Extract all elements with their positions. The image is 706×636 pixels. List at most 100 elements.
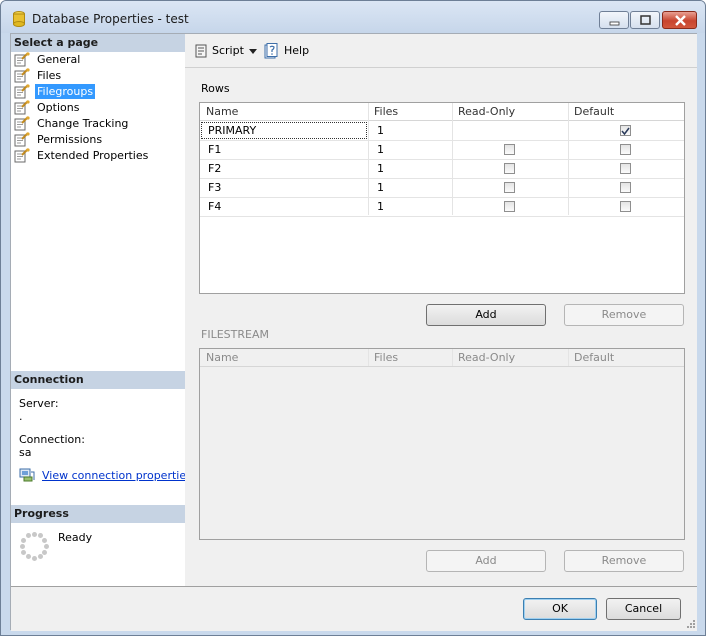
spinner-dot xyxy=(25,553,31,559)
left-pane: Select a page General Files Filegroups Opti… xyxy=(11,34,192,586)
rows-grid-header: Name Files Read-Only Default xyxy=(200,103,684,121)
page-wrench-icon xyxy=(14,52,30,67)
rows-add-button[interactable]: Add xyxy=(426,304,546,326)
spinner-dot xyxy=(41,537,47,543)
filegroups-content: Rows Name Files Read-Only Default PRIMAR… xyxy=(185,68,697,586)
resize-grip-icon[interactable] xyxy=(686,619,696,629)
default-checkbox[interactable] xyxy=(620,182,631,193)
cell-files: 1 xyxy=(377,124,384,137)
page-wrench-icon xyxy=(14,100,30,115)
help-icon xyxy=(264,43,278,59)
cell-name[interactable]: F4 xyxy=(200,197,368,216)
default-checkbox[interactable] xyxy=(620,125,631,136)
page-wrench-icon xyxy=(14,132,30,147)
cancel-button[interactable]: Cancel xyxy=(606,598,681,620)
progress-spinner-icon xyxy=(19,531,49,561)
sidebar-item-label: Files xyxy=(37,69,62,82)
sidebar-item-label: Extended Properties xyxy=(37,149,149,162)
cell-name[interactable]: F3 xyxy=(200,178,368,197)
rows-remove-button[interactable]: Remove xyxy=(564,304,684,326)
close-icon xyxy=(675,15,686,26)
database-properties-window: Database Properties - test Select a page… xyxy=(0,0,706,636)
help-label: Help xyxy=(284,44,310,57)
page-wrench-icon xyxy=(14,68,30,83)
sidebar-item-label: Permissions xyxy=(37,133,103,146)
sidebar-item-label: General xyxy=(37,53,81,66)
spinner-dot xyxy=(19,543,25,549)
maximize-button[interactable] xyxy=(630,11,660,29)
toolbar: Script Help xyxy=(185,34,697,68)
spinner-dot xyxy=(31,531,37,537)
database-icon xyxy=(13,11,25,27)
table-row[interactable]: PRIMARY 1 xyxy=(200,121,684,141)
column-header-read-only: Read-Only xyxy=(458,105,516,118)
read-only-checkbox[interactable] xyxy=(504,182,515,193)
fs-column-header-default: Default xyxy=(574,351,615,364)
filestream-add-button[interactable]: Add xyxy=(426,550,546,572)
cell-name[interactable]: F1 xyxy=(200,140,368,159)
cell-files: 1 xyxy=(377,162,384,175)
fs-column-header-files: Files xyxy=(374,351,399,364)
help-button[interactable]: Help xyxy=(263,42,313,60)
read-only-checkbox[interactable] xyxy=(504,201,515,212)
dialog-client: Select a page General Files Filegroups Opti… xyxy=(10,33,697,631)
spinner-dot xyxy=(21,549,27,555)
filestream-grid-header: Name Files Read-Only Default xyxy=(200,349,684,367)
script-button[interactable]: Script xyxy=(193,42,263,60)
cell-name[interactable]: PRIMARY xyxy=(200,121,368,140)
cell-name[interactable]: F2 xyxy=(200,159,368,178)
maximize-icon xyxy=(640,15,651,25)
read-only-checkbox[interactable] xyxy=(504,144,515,155)
page-wrench-icon xyxy=(14,116,30,131)
fs-column-header-read-only: Read-Only xyxy=(458,351,516,364)
table-row[interactable]: F1 1 xyxy=(200,140,684,160)
filestream-remove-button[interactable]: Remove xyxy=(564,550,684,572)
right-pane: Script Help Rows Name Files Read-Only De… xyxy=(185,34,697,586)
ok-button[interactable]: OK xyxy=(523,598,597,620)
page-wrench-icon xyxy=(14,84,30,99)
server-label: Server: xyxy=(19,397,59,410)
default-checkbox[interactable] xyxy=(620,201,631,212)
spinner-dot xyxy=(31,555,37,561)
select-page-header: Select a page xyxy=(11,34,185,52)
column-header-files: Files xyxy=(374,105,399,118)
spinner-dot xyxy=(21,537,27,543)
filestream-grid[interactable]: Name Files Read-Only Default xyxy=(199,348,685,540)
script-label: Script xyxy=(212,44,244,57)
spinner-dot xyxy=(37,533,43,539)
progress-header: Progress xyxy=(11,505,185,523)
close-button[interactable] xyxy=(662,11,697,29)
spinner-dot xyxy=(25,533,31,539)
filestream-label: FILESTREAM xyxy=(201,328,269,341)
connection-value: sa xyxy=(19,446,32,459)
table-row[interactable]: F4 1 xyxy=(200,197,684,217)
sidebar-item-label: Change Tracking xyxy=(37,117,129,130)
spinner-dot xyxy=(41,549,47,555)
title-bar[interactable]: Database Properties - test xyxy=(1,1,705,33)
minimize-icon xyxy=(609,21,620,26)
default-checkbox[interactable] xyxy=(620,163,631,174)
default-checkbox[interactable] xyxy=(620,144,631,155)
read-only-checkbox[interactable] xyxy=(504,163,515,174)
fs-column-header-name: Name xyxy=(206,351,239,364)
dialog-footer: OK Cancel xyxy=(11,586,697,631)
connection-properties-icon xyxy=(19,468,35,486)
sidebar-item-label: Options xyxy=(37,101,80,114)
table-row[interactable]: F2 1 xyxy=(200,159,684,179)
cell-files: 1 xyxy=(377,200,384,213)
progress-status: Ready xyxy=(58,531,93,544)
server-value: . xyxy=(19,410,23,423)
table-row[interactable]: F3 1 xyxy=(200,178,684,198)
column-header-default: Default xyxy=(574,105,615,118)
rows-label: Rows xyxy=(201,82,230,95)
view-connection-properties-link[interactable]: View connection properties xyxy=(42,469,192,482)
chevron-down-icon xyxy=(249,49,257,54)
rows-grid[interactable]: Name Files Read-Only Default PRIMARY 1 F1 1… xyxy=(199,102,685,294)
sidebar-item-label: Filegroups xyxy=(35,84,96,99)
page-wrench-icon xyxy=(14,148,30,163)
script-icon xyxy=(195,44,207,58)
column-header-name: Name xyxy=(206,105,239,118)
minimize-button[interactable] xyxy=(599,11,629,29)
cell-files: 1 xyxy=(377,181,384,194)
spinner-dot xyxy=(37,553,43,559)
